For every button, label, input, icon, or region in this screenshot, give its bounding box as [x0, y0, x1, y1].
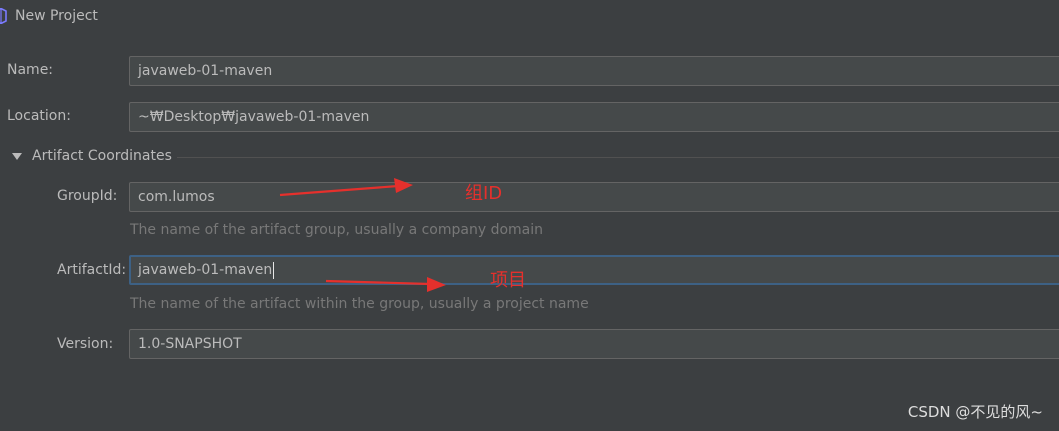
title-bar: New Project: [0, 0, 1059, 36]
window-title: New Project: [15, 8, 98, 24]
artifact-id-value: javaweb-01-maven: [138, 262, 273, 278]
group-id-field[interactable]: com.lumos: [129, 182, 1059, 212]
version-field[interactable]: 1.0-SNAPSHOT: [129, 329, 1059, 359]
csdn-watermark: CSDN @不见的风~: [907, 403, 1043, 421]
artifact-id-label: ArtifactId:: [57, 262, 127, 278]
artifact-id-hint: The name of the artifact within the grou…: [130, 296, 589, 312]
text-caret: [273, 261, 275, 279]
name-label: Name:: [7, 62, 54, 78]
name-field[interactable]: javaweb-01-maven: [129, 56, 1059, 86]
group-id-annotation: 组ID: [465, 183, 503, 204]
triangle-down-icon[interactable]: [11, 152, 23, 162]
artifact-coordinates-toggle[interactable]: Artifact Coordinates: [32, 148, 172, 164]
artifact-id-annotation: 项目: [490, 270, 526, 291]
artifact-id-field[interactable]: javaweb-01-maven: [129, 255, 1059, 285]
location-label: Location:: [7, 108, 71, 124]
section-divider: [177, 157, 1059, 158]
location-field[interactable]: ~₩Desktop₩javaweb-01-maven: [129, 102, 1059, 132]
new-project-dialog: New Project Name: javaweb-01-maven Locat…: [0, 0, 1059, 431]
group-id-hint: The name of the artifact group, usually …: [130, 222, 543, 238]
version-label: Version:: [57, 336, 114, 352]
intellij-logo-icon: [0, 8, 7, 24]
group-id-label: GroupId:: [57, 188, 118, 204]
